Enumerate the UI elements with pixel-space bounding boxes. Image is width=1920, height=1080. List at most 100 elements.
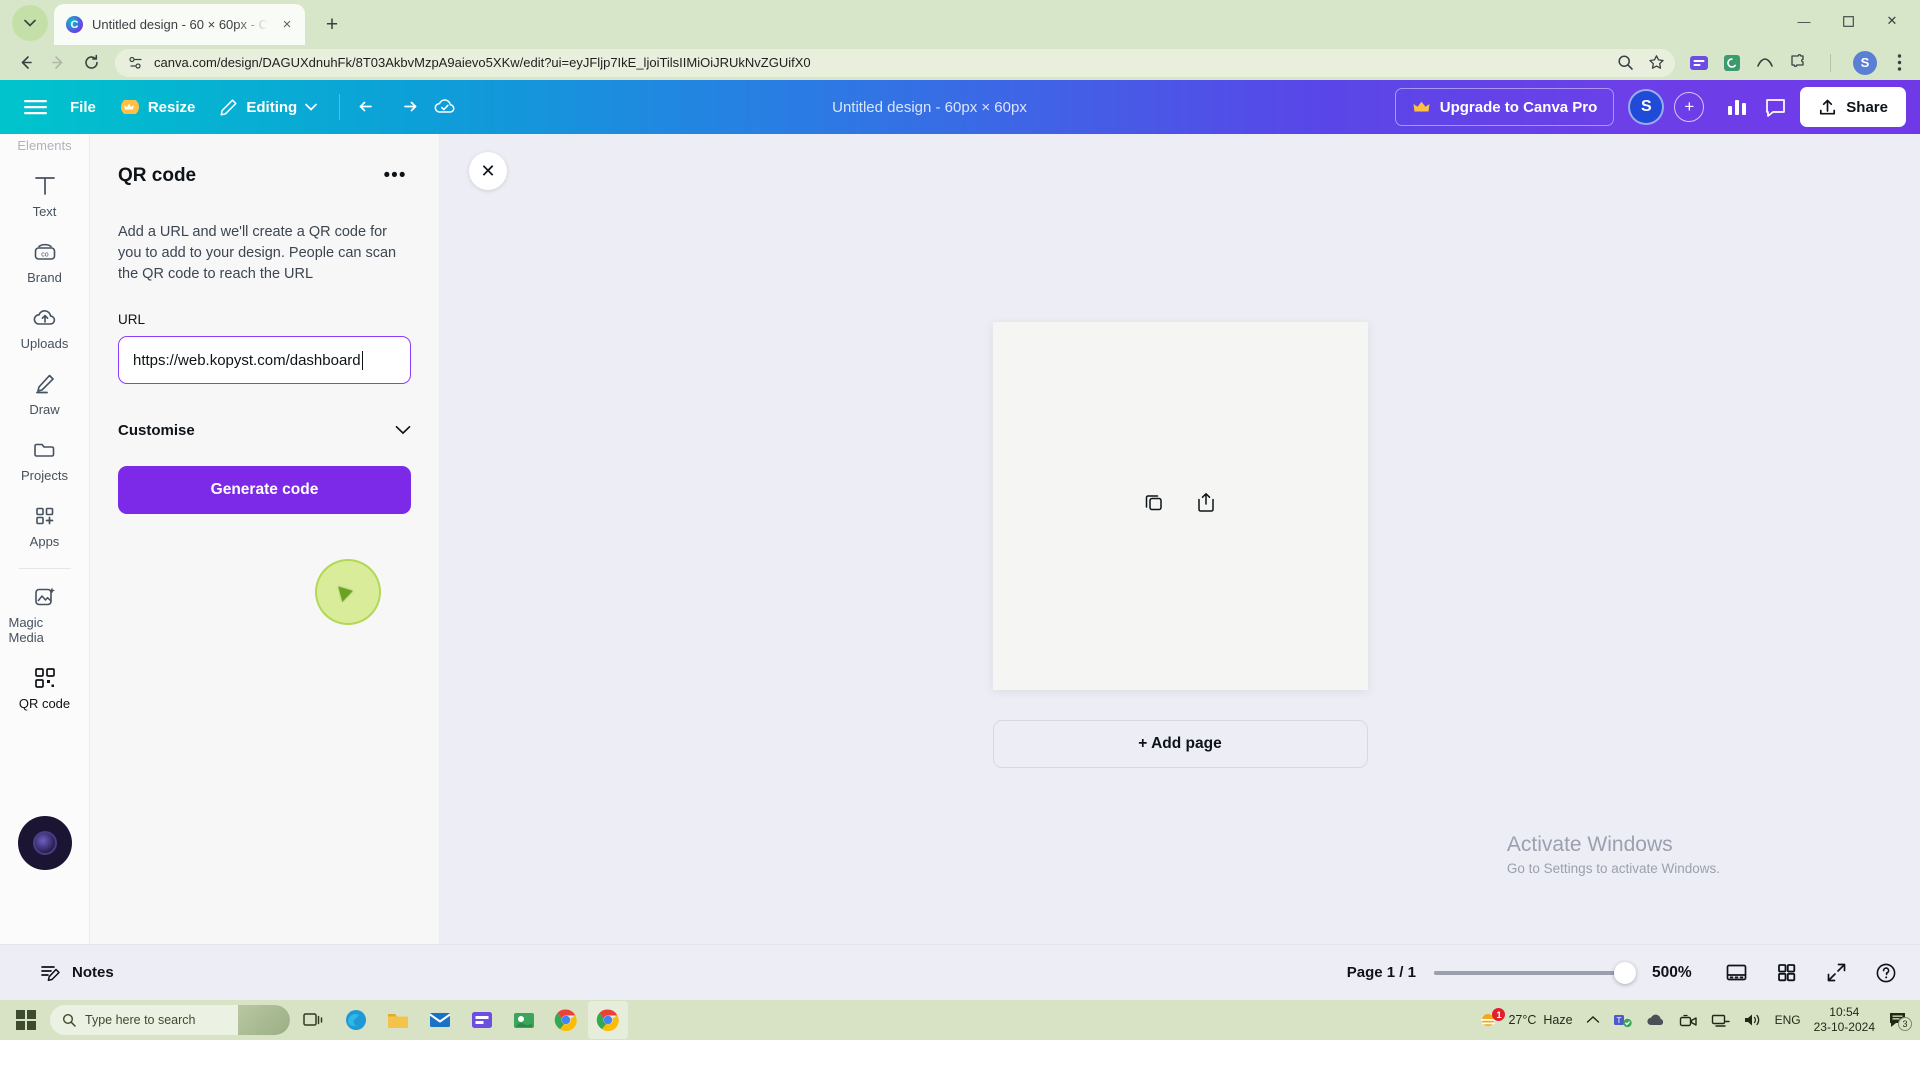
canva-bottom-bar: Notes Page 1 / 1 500% <box>0 944 1920 1000</box>
taskbar-store-icon[interactable] <box>504 1001 544 1039</box>
mouse-cursor-icon <box>337 583 355 602</box>
resize-button[interactable]: Resize <box>108 89 208 125</box>
page-count-label: Page 1 / 1 <box>1346 964 1416 981</box>
sidebar-item-draw[interactable]: Draw <box>9 360 81 426</box>
reload-button[interactable] <box>76 48 106 78</box>
grid-view-icon[interactable] <box>1770 957 1802 989</box>
add-page-button[interactable]: + Add page <box>992 720 1368 768</box>
taskbar-chrome-active-icon[interactable] <box>588 1001 628 1039</box>
url-input[interactable]: https://web.kopyst.com/dashboard <box>118 336 411 385</box>
svg-text:T: T <box>1616 1016 1621 1025</box>
zoom-percentage-label[interactable]: 500% <box>1652 964 1702 982</box>
extension-kopyst-icon[interactable] <box>1688 52 1710 74</box>
sidebar-item-brand[interactable]: co Brand <box>9 228 81 294</box>
window-close-button[interactable]: ✕ <box>1870 6 1914 36</box>
start-button[interactable] <box>4 1000 48 1040</box>
canvas-scroll-region[interactable]: + Add page <box>440 134 1920 944</box>
weather-alert-badge: 1 <box>1492 1008 1506 1021</box>
notes-label: Notes <box>72 964 114 981</box>
bookmark-star-icon[interactable] <box>1648 54 1665 71</box>
url-bar[interactable]: canva.com/design/DAGUXdnuhFk/8T03AkbvMzp… <box>115 48 1675 77</box>
invite-members-button[interactable]: + <box>1674 92 1705 122</box>
extension-generic-icon[interactable] <box>1754 52 1776 74</box>
canvas-area: ✕ + Add page Activate Windows Go to Sett… <box>440 134 1920 944</box>
taskbar-search-box[interactable]: Type here to search <box>50 1005 290 1035</box>
site-settings-icon[interactable] <box>128 55 144 71</box>
taskbar-clock[interactable]: 10:54 23-10-2024 <box>1814 1005 1875 1035</box>
cloud-saved-button[interactable] <box>426 88 464 126</box>
tab-close-icon[interactable]: × <box>277 15 297 35</box>
fullscreen-icon[interactable] <box>1820 957 1852 989</box>
browser-menu-icon[interactable] <box>1888 52 1910 74</box>
screen-recorder-widget[interactable] <box>17 816 72 870</box>
taskbar-chrome-icon[interactable] <box>546 1001 586 1039</box>
insights-button[interactable] <box>1718 88 1756 126</box>
resize-label: Resize <box>147 98 196 116</box>
help-icon[interactable] <box>1870 957 1902 989</box>
task-view-button[interactable] <box>294 1001 334 1039</box>
chevron-down-icon <box>305 103 318 111</box>
generate-code-button[interactable]: Generate code <box>118 466 411 515</box>
editing-mode-button[interactable]: Editing <box>207 89 329 125</box>
window-maximize-button[interactable] <box>1826 6 1870 36</box>
recorder-lens-icon <box>32 831 57 855</box>
undo-button[interactable] <box>350 88 388 126</box>
redo-button[interactable] <box>388 88 426 126</box>
new-tab-button[interactable]: + <box>317 10 347 40</box>
zoom-slider[interactable] <box>1434 961 1636 984</box>
tray-volume-icon[interactable] <box>1743 1012 1762 1028</box>
notifications-button[interactable]: 3 <box>1888 1011 1912 1031</box>
rail-divider <box>18 568 71 569</box>
tray-teams-icon[interactable]: T <box>1613 1011 1633 1029</box>
sidebar-item-projects[interactable]: Projects <box>9 426 81 492</box>
taskbar-file-explorer-icon[interactable] <box>378 1001 418 1039</box>
qr-panel-header: QR code ••• <box>118 160 411 192</box>
tray-language-indicator[interactable]: ENG <box>1775 1013 1801 1027</box>
qr-panel-more-options-button[interactable]: ••• <box>379 160 411 192</box>
browser-tab[interactable]: C Untitled design - 60 × 60px - C × <box>54 4 305 45</box>
sidebar-item-uploads[interactable]: Uploads <box>9 294 81 360</box>
design-title[interactable]: Untitled design - 60px × 60px <box>832 99 1027 116</box>
window-minimize-button[interactable]: — <box>1782 6 1826 36</box>
sidebar-item-elements[interactable]: Elements <box>9 138 81 162</box>
tray-onedrive-icon[interactable] <box>1646 1013 1666 1027</box>
notification-count-badge: 3 <box>1898 1017 1912 1031</box>
browser-chrome: C Untitled design - 60 × 60px - C × + — … <box>0 0 1920 80</box>
extensions-puzzle-icon[interactable] <box>1787 52 1809 74</box>
tab-search-dropdown-button[interactable] <box>12 5 48 41</box>
taskbar-kopyst-icon[interactable] <box>462 1001 502 1039</box>
duplicate-page-icon[interactable] <box>1141 489 1167 515</box>
sidebar-item-text[interactable]: Text <box>9 162 81 228</box>
tray-camera-icon[interactable] <box>1679 1013 1698 1028</box>
magic-media-icon <box>32 584 58 610</box>
sidebar-item-magic-media[interactable]: Magic Media <box>9 573 81 654</box>
sidebar-item-apps[interactable]: Apps <box>9 492 81 558</box>
file-menu-button[interactable]: File <box>58 89 108 125</box>
share-button[interactable]: Share <box>1800 87 1906 127</box>
browser-profile-avatar[interactable]: S <box>1853 50 1877 75</box>
sidebar-item-label: Apps <box>29 534 60 549</box>
canva-home-menu-button[interactable] <box>12 84 58 130</box>
extension-grammarly-icon[interactable] <box>1721 52 1743 74</box>
canva-user-avatar[interactable]: S <box>1628 89 1665 125</box>
tray-expand-chevron-up-icon[interactable] <box>1586 1015 1600 1025</box>
tray-network-icon[interactable] <box>1711 1013 1730 1028</box>
file-menu-label: File <box>70 98 96 116</box>
sidebar-item-label: QR code <box>18 696 71 711</box>
back-button[interactable] <box>10 48 40 78</box>
taskbar-mail-icon[interactable] <box>420 1001 460 1039</box>
weather-indicator[interactable]: 1 27°C Haze <box>1479 1008 1573 1029</box>
comments-button[interactable] <box>1756 88 1794 126</box>
taskbar-edge-icon[interactable] <box>336 1001 376 1039</box>
zoom-indicator-icon[interactable] <box>1617 54 1634 71</box>
zoom-slider-handle[interactable] <box>1614 961 1636 984</box>
page-view-icon[interactable] <box>1720 957 1752 989</box>
add-page-below-icon[interactable] <box>1193 489 1219 515</box>
customise-section-toggle[interactable]: Customise <box>118 408 411 452</box>
notes-button[interactable]: Notes <box>26 954 128 992</box>
upgrade-crown-icon <box>1412 97 1432 117</box>
close-panel-button[interactable]: ✕ <box>469 152 507 190</box>
upgrade-to-canva-pro-button[interactable]: Upgrade to Canva Pro <box>1394 88 1615 126</box>
sidebar-item-qr-code[interactable]: QR code <box>9 654 81 720</box>
forward-button[interactable] <box>43 48 73 78</box>
